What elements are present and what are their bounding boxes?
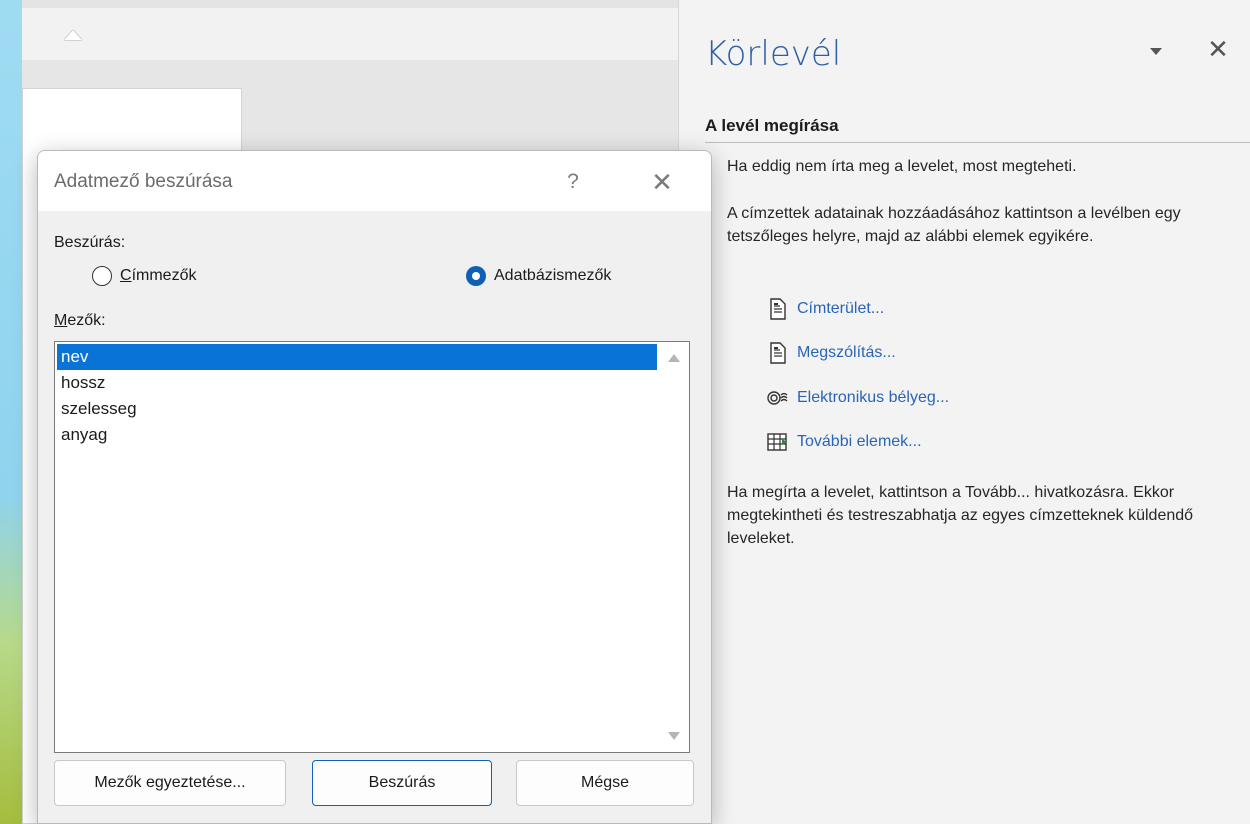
fields-listbox[interactable]: nev hossz szelesseg anyag <box>54 341 690 753</box>
intro-text: Ha eddig nem írta meg a levelet, most me… <box>727 158 1077 175</box>
pane-close-button[interactable]: ✕ <box>1203 34 1233 64</box>
match-fields-button[interactable]: Mezők egyeztetése... <box>54 760 286 806</box>
insert-button[interactable]: Beszúrás <box>312 760 492 806</box>
scroll-up-icon[interactable] <box>668 354 680 362</box>
footer-text: Ha megírta a levelet, kattintson a Továb… <box>727 484 1194 547</box>
radio-address-label: Címmezők <box>120 267 197 284</box>
help-button[interactable]: ? <box>558 167 588 197</box>
radio-database-fields[interactable]: Adatbázismezők <box>466 266 611 286</box>
insert-merge-field-dialog: Adatmező beszúrása ? ✕ Beszúrás: Címmező… <box>37 150 712 824</box>
radio-checked-icon <box>466 266 486 286</box>
address-block-link[interactable]: Címterület... <box>767 296 884 322</box>
list-item[interactable]: anyag <box>57 422 657 448</box>
document-icon <box>767 298 789 320</box>
pane-title: Körlevél <box>705 34 842 74</box>
more-items-link[interactable]: További elemek... <box>767 429 922 455</box>
pane-options-button[interactable] <box>1141 36 1171 66</box>
radio-database-label: Adatbázismezők <box>494 267 612 284</box>
fields-label: Mezők: <box>54 312 106 329</box>
electronic-postage-link[interactable]: Elektronikus bélyeg... <box>767 385 949 411</box>
dialog-title: Adatmező beszúrása <box>54 171 233 192</box>
fields-list: nev hossz szelesseg anyag <box>57 344 657 448</box>
electronic-postage-label: Elektronikus bélyeg... <box>797 389 950 406</box>
list-item[interactable]: nev <box>57 344 657 370</box>
radio-address-fields[interactable]: Címmezők <box>92 266 196 286</box>
list-item[interactable]: szelesseg <box>57 396 657 422</box>
greeting-line-link[interactable]: Megszólítás... <box>767 340 896 366</box>
insert-label: Beszúrás: <box>54 234 126 251</box>
radio-unchecked-icon <box>92 266 112 286</box>
document-icon <box>767 342 789 364</box>
address-block-label: Címterület... <box>797 300 885 317</box>
mail-merge-pane: Körlevél ✕ A levél megírása Ha eddig nem… <box>678 0 1250 824</box>
desktop-wallpaper <box>0 0 22 824</box>
horizontal-ruler[interactable] <box>22 8 678 60</box>
close-icon[interactable]: ✕ <box>644 165 680 199</box>
dialog-titlebar: Adatmező beszúrása ? ✕ <box>38 151 711 211</box>
chevron-down-icon <box>1150 47 1162 55</box>
vertical-scrollbar[interactable] <box>659 342 689 752</box>
indent-marker-icon[interactable] <box>64 30 82 40</box>
table-icon <box>767 431 789 453</box>
more-items-label: További elemek... <box>797 433 922 450</box>
greeting-line-label: Megszólítás... <box>797 344 896 361</box>
instructions-text: A címzettek adatainak hozzáadásához katt… <box>727 205 1181 245</box>
postage-icon <box>767 387 789 409</box>
section-heading: A levél megírása <box>705 116 1250 143</box>
list-item[interactable]: hossz <box>57 370 657 396</box>
cancel-button[interactable]: Mégse <box>516 760 694 806</box>
scroll-down-icon[interactable] <box>668 732 680 740</box>
